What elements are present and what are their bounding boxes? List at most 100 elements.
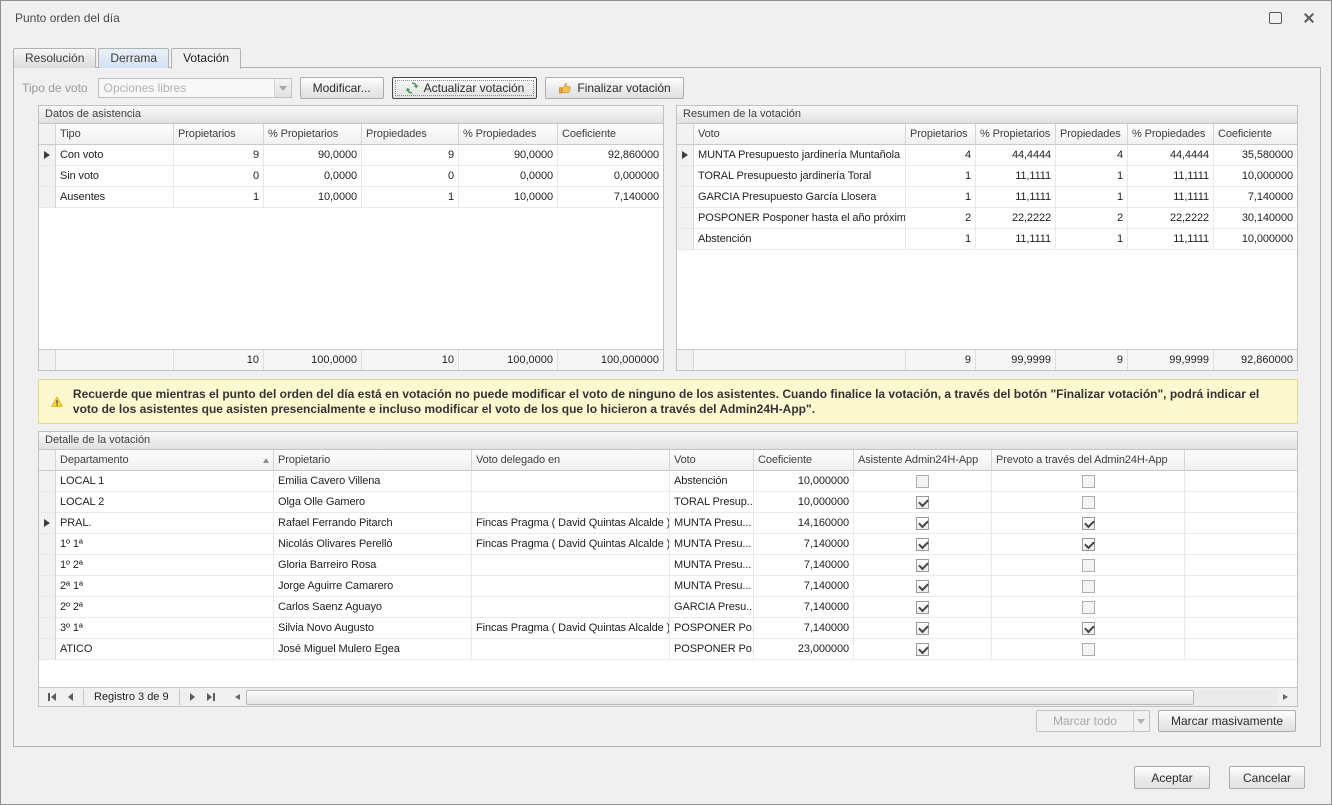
row-indicator (39, 534, 56, 555)
nav-first-button[interactable] (42, 689, 61, 705)
restore-icon[interactable] (1267, 10, 1283, 26)
table-cell: Fincas Pragma ( David Quintas Alcalde ) (472, 618, 670, 639)
modificar-button[interactable]: Modificar... (300, 77, 384, 99)
prevoto-checkbox[interactable] (1082, 622, 1095, 635)
table-row[interactable]: ATICOJosé Miguel Mulero EgeaPOSPONER Po.… (39, 639, 1297, 660)
prevoto-checkbox[interactable] (1082, 475, 1095, 488)
table-row[interactable]: Abstención111,1111111,111110,000000 (677, 229, 1297, 250)
column-header-coeficiente[interactable]: Coeficiente (1214, 124, 1297, 145)
prevoto-checkbox[interactable] (1082, 601, 1095, 614)
tab-derrama[interactable]: Derrama (98, 48, 169, 68)
table-row[interactable]: 2ª 1ªJorge Aguirre CamareroMUNTA Presu..… (39, 576, 1297, 597)
table-row[interactable]: TORAL Presupuesto jardinería Toral111,11… (677, 166, 1297, 187)
table-cell: 0 (362, 166, 459, 187)
table-cell (992, 555, 1185, 576)
asistente-checkbox[interactable] (916, 475, 929, 488)
table-cell: 10,000000 (754, 471, 854, 492)
footer-total: 100,0000 (264, 350, 362, 370)
table-cell: 1 (1056, 166, 1128, 187)
table-row[interactable]: GARCIA Presupuesto García Llosera111,111… (677, 187, 1297, 208)
column-header-coeficiente[interactable]: Coeficiente (754, 450, 854, 471)
prevoto-checkbox[interactable] (1082, 643, 1095, 656)
table-row[interactable]: LOCAL 1Emilia Cavero VillenaAbstención10… (39, 471, 1297, 492)
table-row[interactable]: Con voto990,0000990,000092,860000 (39, 145, 663, 166)
column-header-voto[interactable]: Voto (670, 450, 754, 471)
close-icon[interactable] (1301, 10, 1317, 26)
column-header-pct-propietarios[interactable]: % Propietarios (264, 124, 362, 145)
asistente-checkbox[interactable] (916, 538, 929, 551)
column-header-pct-propietarios[interactable]: % Propietarios (976, 124, 1056, 145)
table-row[interactable]: POSPONER Posponer hasta el año próximo22… (677, 208, 1297, 229)
asistente-checkbox[interactable] (916, 580, 929, 593)
nav-prev-button[interactable] (61, 689, 80, 705)
nav-last-button[interactable] (202, 689, 221, 705)
actualizar-votacion-button[interactable]: Actualizar votación (392, 77, 538, 99)
table-row[interactable]: MUNTA Presupuesto jardinería Muntañola44… (677, 145, 1297, 166)
aceptar-button[interactable]: Aceptar (1134, 766, 1210, 789)
column-header-tipo[interactable]: Tipo (56, 124, 174, 145)
table-row[interactable]: PRAL.Rafael Ferrando PitarchFincas Pragm… (39, 513, 1297, 534)
column-header-prevoto-app[interactable]: Prevoto a través del Admin24H-App (992, 450, 1185, 471)
table-row[interactable]: Sin voto00,000000,00000,000000 (39, 166, 663, 187)
nav-next-button[interactable] (183, 689, 202, 705)
table-row[interactable]: 1º 1ªNicolás Olivares PerellóFincas Prag… (39, 534, 1297, 555)
column-header-propiedades[interactable]: Propiedades (1056, 124, 1128, 145)
finalizar-votacion-button[interactable]: Finalizar votación (545, 77, 683, 99)
prevoto-checkbox[interactable] (1082, 559, 1095, 572)
tab-votacion[interactable]: Votación (171, 48, 241, 69)
tab-resolucion[interactable]: Resolución (13, 48, 96, 68)
asistente-checkbox[interactable] (916, 622, 929, 635)
column-header-asistente-app[interactable]: Asistente Admin24H-App (854, 450, 992, 471)
tipo-de-voto-select[interactable]: Opciones libres (98, 78, 292, 98)
title-bar[interactable]: Punto orden del día (1, 1, 1331, 35)
horizontal-scrollbar[interactable] (229, 689, 1294, 706)
table-cell: 11,1111 (1128, 166, 1214, 187)
dialog-window: Punto orden del día Resolución Derrama V… (0, 0, 1332, 805)
table-cell (992, 576, 1185, 597)
footer-total: 99,9999 (1128, 350, 1214, 370)
asistente-checkbox[interactable] (916, 601, 929, 614)
cancelar-button[interactable]: Cancelar (1229, 766, 1305, 789)
marcar-masivamente-button[interactable]: Marcar masivamente (1158, 710, 1296, 732)
table-row[interactable]: 2º 2ªCarlos Saenz AguayoGARCIA Presu...7… (39, 597, 1297, 618)
table-row[interactable]: 1º 2ªGloria Barreiro RosaMUNTA Presu...7… (39, 555, 1297, 576)
chevron-down-icon (274, 79, 291, 97)
table-cell (992, 639, 1185, 660)
scrollbar-thumb[interactable] (246, 690, 1195, 705)
column-header-propietario[interactable]: Propietario (274, 450, 472, 471)
scrollbar-track[interactable] (246, 689, 1277, 706)
asistente-checkbox[interactable] (916, 559, 929, 572)
column-header-coeficiente[interactable]: Coeficiente (558, 124, 663, 145)
column-header-voto[interactable]: Voto (694, 124, 906, 145)
table-cell: Jorge Aguirre Camarero (274, 576, 472, 597)
row-indicator (677, 208, 694, 229)
prevoto-checkbox[interactable] (1082, 496, 1095, 509)
table-cell (854, 555, 992, 576)
table-row[interactable]: 3º 1ªSilvia Novo AugustoFincas Pragma ( … (39, 618, 1297, 639)
column-header-voto-delegado[interactable]: Voto delegado en (472, 450, 670, 471)
table-row[interactable]: Ausentes110,0000110,00007,140000 (39, 187, 663, 208)
column-header-pct-propiedades[interactable]: % Propiedades (459, 124, 558, 145)
marcar-todo-button[interactable]: Marcar todo (1036, 710, 1150, 732)
column-header-propiedades[interactable]: Propiedades (362, 124, 459, 145)
table-cell: 10,000000 (1214, 229, 1297, 250)
scroll-left-icon[interactable] (229, 689, 246, 706)
filler-cell (1185, 555, 1297, 576)
prevoto-checkbox[interactable] (1082, 538, 1095, 551)
row-indicator (677, 166, 694, 187)
prevoto-checkbox[interactable] (1082, 517, 1095, 530)
asistente-checkbox[interactable] (916, 517, 929, 530)
asistente-checkbox[interactable] (916, 496, 929, 509)
asistente-checkbox[interactable] (916, 643, 929, 656)
column-header-departamento[interactable]: Departamento (56, 450, 274, 471)
column-header-pct-propiedades[interactable]: % Propiedades (1128, 124, 1214, 145)
panel-title: Datos de asistencia (39, 106, 663, 124)
column-header-propietarios[interactable]: Propietarios (174, 124, 264, 145)
table-cell: 7,140000 (558, 187, 663, 208)
table-row[interactable]: LOCAL 2Olga Olle GameroTORAL Presup...10… (39, 492, 1297, 513)
column-header-propietarios[interactable]: Propietarios (906, 124, 976, 145)
table-cell: Olga Olle Gamero (274, 492, 472, 513)
prevoto-checkbox[interactable] (1082, 580, 1095, 593)
chevron-down-icon[interactable] (1133, 711, 1149, 731)
scroll-right-icon[interactable] (1277, 689, 1294, 706)
